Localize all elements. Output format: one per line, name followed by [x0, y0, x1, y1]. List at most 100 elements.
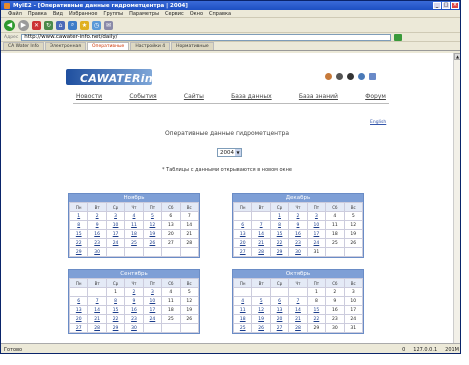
home-icon[interactable]	[325, 73, 332, 80]
calendar-day[interactable]: 26	[251, 323, 271, 333]
calendar-day[interactable]: 10	[105, 220, 126, 230]
mail-icon[interactable]	[336, 73, 343, 80]
calendar-day[interactable]: 20	[232, 238, 253, 248]
tab-electronic[interactable]: Электронная	[44, 42, 86, 50]
calendar-day[interactable]: 24	[142, 314, 163, 324]
tab-settings[interactable]: Настройки 4	[130, 42, 171, 50]
site-logo[interactable]: CAWATERinfo	[66, 69, 166, 85]
nav-database[interactable]: База данных	[231, 93, 272, 100]
history-icon[interactable]: ◷	[92, 20, 101, 30]
calendar-day[interactable]: 23	[288, 238, 308, 248]
calendar-day[interactable]: 2	[124, 287, 144, 297]
calendar-day[interactable]: 29	[105, 323, 126, 333]
calendar-day[interactable]: 27	[269, 323, 290, 333]
calendar-day[interactable]: 5	[142, 211, 163, 221]
calendar-day[interactable]: 19	[251, 314, 271, 324]
stop-icon[interactable]: ✕	[32, 20, 41, 30]
calendar-day[interactable]: 7	[288, 296, 308, 306]
calendar-day[interactable]: 23	[124, 314, 144, 324]
calendar-day[interactable]: 1	[269, 211, 290, 221]
calendar-day[interactable]: 30	[288, 247, 308, 257]
calendar-day[interactable]: 17	[306, 229, 327, 239]
calendar-day[interactable]: 16	[87, 229, 107, 239]
calendar-day[interactable]: 6	[269, 296, 290, 306]
calendar-day[interactable]: 2	[87, 211, 107, 221]
menu-file[interactable]: Файл	[8, 11, 22, 17]
calendar-day[interactable]: 5	[251, 296, 271, 306]
nav-events[interactable]: События	[129, 93, 156, 100]
calendar-day[interactable]: 6	[232, 220, 253, 230]
calendar-day[interactable]: 11	[124, 220, 144, 230]
calendar-day[interactable]: 26	[142, 238, 163, 248]
calendar-day[interactable]: 4	[232, 296, 253, 306]
nav-news[interactable]: Новости	[76, 93, 102, 100]
nav-knowledge-base[interactable]: База знаний	[299, 93, 338, 100]
search-icon[interactable]: ⌕	[68, 20, 77, 30]
calendar-day[interactable]: 18	[124, 229, 144, 239]
calendar-day[interactable]: 24	[306, 238, 327, 248]
calendar-day[interactable]: 28	[251, 247, 271, 257]
calendar-day[interactable]: 22	[105, 314, 126, 324]
menu-window[interactable]: Окно	[190, 11, 203, 17]
calendar-day[interactable]: 20	[269, 314, 290, 324]
calendar-day[interactable]: 13	[269, 305, 290, 315]
go-icon[interactable]	[394, 33, 403, 41]
calendar-day[interactable]: 28	[87, 323, 107, 333]
back-icon[interactable]: ◀	[4, 19, 15, 31]
calendar-day[interactable]: 14	[251, 229, 271, 239]
calendar-day[interactable]: 21	[251, 238, 271, 248]
home-icon[interactable]: ⌂	[56, 20, 65, 30]
nav-forum[interactable]: Форум	[365, 93, 386, 100]
calendar-day[interactable]: 3	[142, 287, 163, 297]
chevron-down-icon[interactable]: ▼	[235, 149, 241, 156]
calendar-day[interactable]: 20	[68, 314, 89, 324]
calendar-day[interactable]: 16	[288, 229, 308, 239]
calendar-day[interactable]: 7	[251, 220, 271, 230]
calendar-day[interactable]: 16	[124, 305, 144, 315]
calendar-day[interactable]: 21	[87, 314, 107, 324]
favorites-icon[interactable]: ★	[80, 20, 89, 30]
calendar-day[interactable]: 28	[288, 323, 308, 333]
address-input[interactable]: http://www.cawater-info.net/daily/	[21, 33, 392, 41]
scroll-up-icon[interactable]: ▲	[454, 53, 460, 60]
close-button[interactable]: ×	[451, 2, 459, 9]
refresh-icon[interactable]: ↻	[44, 20, 53, 30]
calendar-day[interactable]: 15	[105, 305, 126, 315]
menu-groups[interactable]: Группы	[103, 11, 123, 17]
calendar-day[interactable]: 7	[87, 296, 107, 306]
english-link[interactable]: English	[370, 120, 386, 125]
calendar-day[interactable]: 10	[142, 296, 163, 306]
calendar-day[interactable]: 15	[306, 305, 327, 315]
calendar-day[interactable]: 8	[105, 296, 126, 306]
calendar-day[interactable]: 9	[87, 220, 107, 230]
calendar-day[interactable]: 30	[87, 247, 107, 257]
calendar-day[interactable]: 27	[68, 323, 89, 333]
calendar-day[interactable]: 22	[269, 238, 290, 248]
menu-help[interactable]: Справка	[209, 11, 231, 17]
year-select[interactable]: 2004 ▼	[217, 148, 242, 157]
tab-cawater-info[interactable]: CA Water Info	[3, 42, 44, 50]
calendar-day[interactable]: 17	[105, 229, 126, 239]
menu-edit[interactable]: Правка	[28, 11, 47, 17]
calendar-day[interactable]: 22	[306, 314, 327, 324]
menu-favorites[interactable]: Избранное	[69, 11, 97, 17]
calendar-day[interactable]: 29	[269, 247, 290, 257]
menu-tools[interactable]: Сервис	[165, 11, 184, 17]
calendar-day[interactable]: 23	[87, 238, 107, 248]
calendar-day[interactable]: 15	[269, 229, 290, 239]
calendar-day[interactable]: 3	[306, 211, 327, 221]
calendar-day[interactable]: 30	[124, 323, 144, 333]
calendar-day[interactable]: 25	[232, 323, 253, 333]
calendar-day[interactable]: 12	[142, 220, 163, 230]
minimize-button[interactable]: _	[433, 2, 441, 9]
calendar-day[interactable]: 14	[87, 305, 107, 315]
calendar-day[interactable]: 22	[68, 238, 89, 248]
calendar-day[interactable]: 24	[105, 238, 126, 248]
calendar-day[interactable]: 3	[105, 211, 126, 221]
calendar-day[interactable]: 13	[68, 305, 89, 315]
calendar-day[interactable]: 9	[288, 220, 308, 230]
calendar-day[interactable]: 29	[68, 247, 89, 257]
calendar-day[interactable]: 8	[68, 220, 89, 230]
mail-icon[interactable]: ✉	[104, 20, 113, 30]
tab-normative[interactable]: Нормативные	[171, 42, 214, 50]
